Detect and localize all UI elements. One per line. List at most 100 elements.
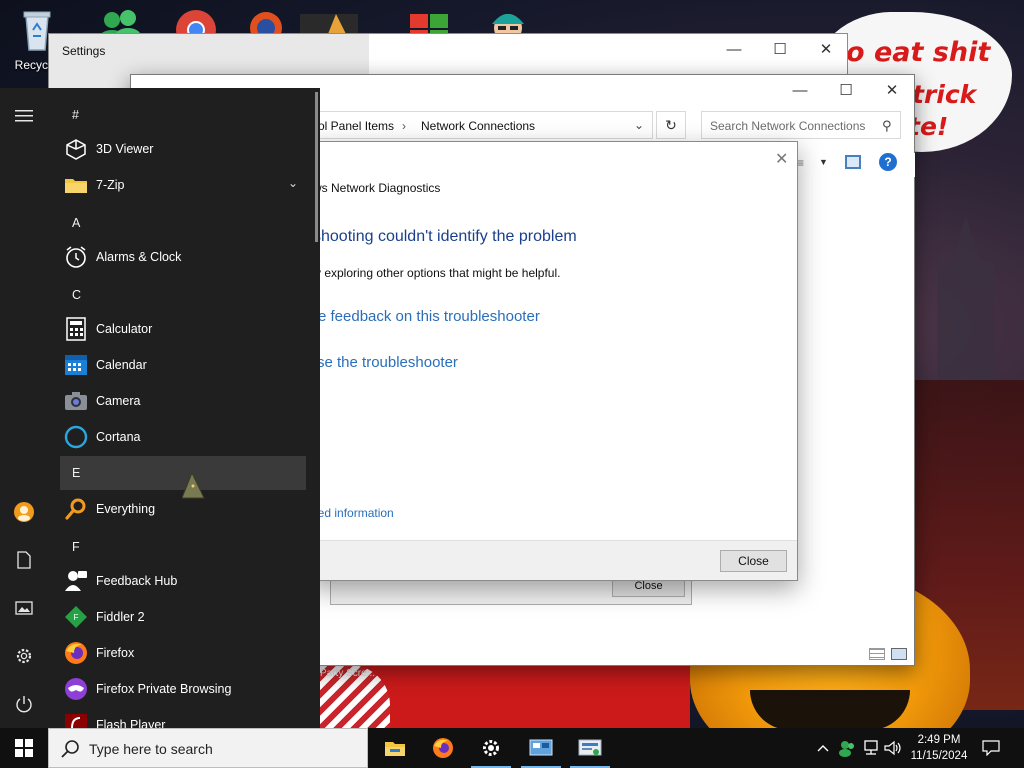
tray-volume-button[interactable] <box>882 728 904 768</box>
feedback-link[interactable]: re feedback on this troubleshooter <box>313 308 540 325</box>
pictures-icon <box>15 601 33 615</box>
taskbar: Type here to search 2:49 PM 11/15/2024 <box>0 728 1024 768</box>
chevron-down-icon[interactable]: ⌄ <box>288 176 298 190</box>
user-account-button[interactable] <box>0 492 48 532</box>
taskbar-file-explorer[interactable] <box>371 728 419 768</box>
start-button[interactable] <box>0 728 48 768</box>
app-firefox-private-browsing[interactable]: Firefox Private Browsing <box>60 672 306 706</box>
app-label: Everything <box>96 502 156 516</box>
network-diagnostics-dialog[interactable]: ✕ ws Network Diagnostics shooting couldn… <box>308 141 798 581</box>
start-menu[interactable]: # 3D Viewer 7-Zip ⌄ A Alarms & Clock C C… <box>0 88 320 728</box>
gear-icon <box>16 648 32 664</box>
settings-maximize-button[interactable]: ☐ <box>757 34 803 64</box>
action-center-button[interactable] <box>978 728 1004 768</box>
detailed-information-link[interactable]: led information <box>315 506 394 520</box>
view-options-icon[interactable]: ≡ <box>797 156 804 170</box>
app-feedback-hub[interactable]: Feedback Hub <box>60 564 306 598</box>
app-firefox[interactable]: Firefox <box>60 636 306 670</box>
details-view-icon[interactable] <box>869 648 885 660</box>
explorer-minimize-button[interactable]: — <box>777 75 823 105</box>
explorer-close-button[interactable]: ✕ <box>869 75 915 105</box>
app-camera[interactable]: Camera <box>60 384 306 418</box>
diagnostics-close-button[interactable]: Close <box>720 550 787 572</box>
breadcrumb-separator-icon: › <box>402 119 406 133</box>
letter-header-c[interactable]: C <box>60 278 306 312</box>
tray-users-button[interactable] <box>836 728 858 768</box>
control-panel-icon <box>529 739 553 756</box>
explorer-maximize-button[interactable]: ☐ <box>823 75 869 105</box>
app-label: Camera <box>96 394 141 408</box>
app-alarms-clock[interactable]: Alarms & Clock <box>60 240 306 274</box>
status-bar-view-buttons <box>869 646 909 662</box>
diagnostics-title: ws Network Diagnostics <box>313 181 441 195</box>
diagnostics-close-icon[interactable]: ✕ <box>775 149 788 169</box>
preview-pane-icon[interactable] <box>845 155 861 169</box>
clock-date: 11/15/2024 <box>910 750 968 762</box>
app-calculator[interactable]: Calculator <box>60 312 306 346</box>
flash-icon <box>64 713 88 728</box>
large-icons-view-icon[interactable] <box>891 648 907 660</box>
close-troubleshooter-link[interactable]: se the troubleshooter <box>317 354 458 371</box>
address-dropdown-chevron-icon[interactable]: ⌄ <box>634 118 644 132</box>
settings-close-button[interactable]: ✕ <box>803 34 849 64</box>
letter-header-hash[interactable]: # <box>60 98 306 132</box>
view-toolbar: ≡ ▼ ? <box>797 153 915 177</box>
taskbar-network-diagnostics[interactable] <box>566 728 614 768</box>
app-label: Flash Player <box>96 718 166 728</box>
settings-title: Settings <box>62 44 106 58</box>
settings-minimize-button[interactable]: — <box>711 34 757 64</box>
letter-header-a[interactable]: A <box>60 206 306 240</box>
clock-icon <box>64 245 88 269</box>
expand-menu-button[interactable] <box>0 96 48 136</box>
help-icon[interactable]: ? <box>879 153 897 171</box>
breadcrumb-control-panel-items[interactable]: rol Panel Items <box>314 119 394 133</box>
calculator-icon <box>64 317 88 341</box>
taskbar-settings[interactable] <box>467 728 515 768</box>
documents-button[interactable] <box>0 540 48 580</box>
pictures-button[interactable] <box>0 588 48 628</box>
calendar-icon <box>64 353 88 377</box>
users-tray-icon <box>839 741 854 757</box>
app-fiddler-2[interactable]: F Fiddler 2 <box>60 600 306 634</box>
taskbar-control-panel[interactable] <box>517 728 565 768</box>
app-cortana[interactable]: Cortana <box>60 420 306 454</box>
tray-network-button[interactable] <box>860 728 882 768</box>
app-flash-player[interactable]: Flash Player <box>60 708 306 728</box>
start-menu-scrollbar[interactable] <box>315 92 318 242</box>
app-7-zip[interactable]: 7-Zip ⌄ <box>60 168 306 202</box>
svg-text:F: F <box>74 613 79 622</box>
power-icon <box>16 696 32 713</box>
search-placeholder: Search Network Connections <box>710 119 866 133</box>
app-label: Fiddler 2 <box>96 610 145 624</box>
clock-time: 2:49 PM <box>917 734 961 746</box>
address-bar[interactable]: rol Panel Items › Network Connections ⌄ <box>314 111 653 139</box>
refresh-button[interactable]: ↻ <box>656 111 686 139</box>
app-label: Calendar <box>96 358 147 372</box>
refresh-icon: ↻ <box>665 116 677 133</box>
diagnostics-subtext: y exploring other options that might be … <box>315 266 561 280</box>
app-3d-viewer[interactable]: 3D Viewer <box>60 132 306 166</box>
show-hidden-icons-button[interactable] <box>812 728 834 768</box>
wallpaper-church <box>938 216 994 382</box>
search-network-connections-input[interactable]: Search Network Connections ⚲ <box>701 111 901 139</box>
view-dropdown-icon[interactable]: ▼ <box>819 157 828 167</box>
taskbar-clock[interactable]: 2:49 PM 11/15/2024 <box>904 732 974 764</box>
taskbar-search-box[interactable]: Type here to search <box>48 728 368 768</box>
app-label: Feedback Hub <box>96 574 178 588</box>
diagnostics-heading: shooting couldn't identify the problem <box>313 228 577 245</box>
search-icon <box>61 740 79 758</box>
letter-header-f[interactable]: F <box>60 530 306 564</box>
breadcrumb-network-connections[interactable]: Network Connections <box>421 119 535 133</box>
settings-button[interactable] <box>0 636 48 676</box>
mouse-cursor-icon <box>182 472 205 499</box>
app-calendar[interactable]: Calendar <box>60 348 306 382</box>
taskbar-firefox[interactable] <box>419 728 467 768</box>
search-icon: ⚲ <box>882 118 892 133</box>
power-button[interactable] <box>0 684 48 724</box>
folder-icon <box>64 173 88 197</box>
volume-icon <box>884 740 901 756</box>
firefox-icon <box>433 738 453 758</box>
firefox-icon <box>64 641 88 665</box>
firefox-private-icon <box>64 677 88 701</box>
pumpkin-mouth <box>750 690 910 728</box>
